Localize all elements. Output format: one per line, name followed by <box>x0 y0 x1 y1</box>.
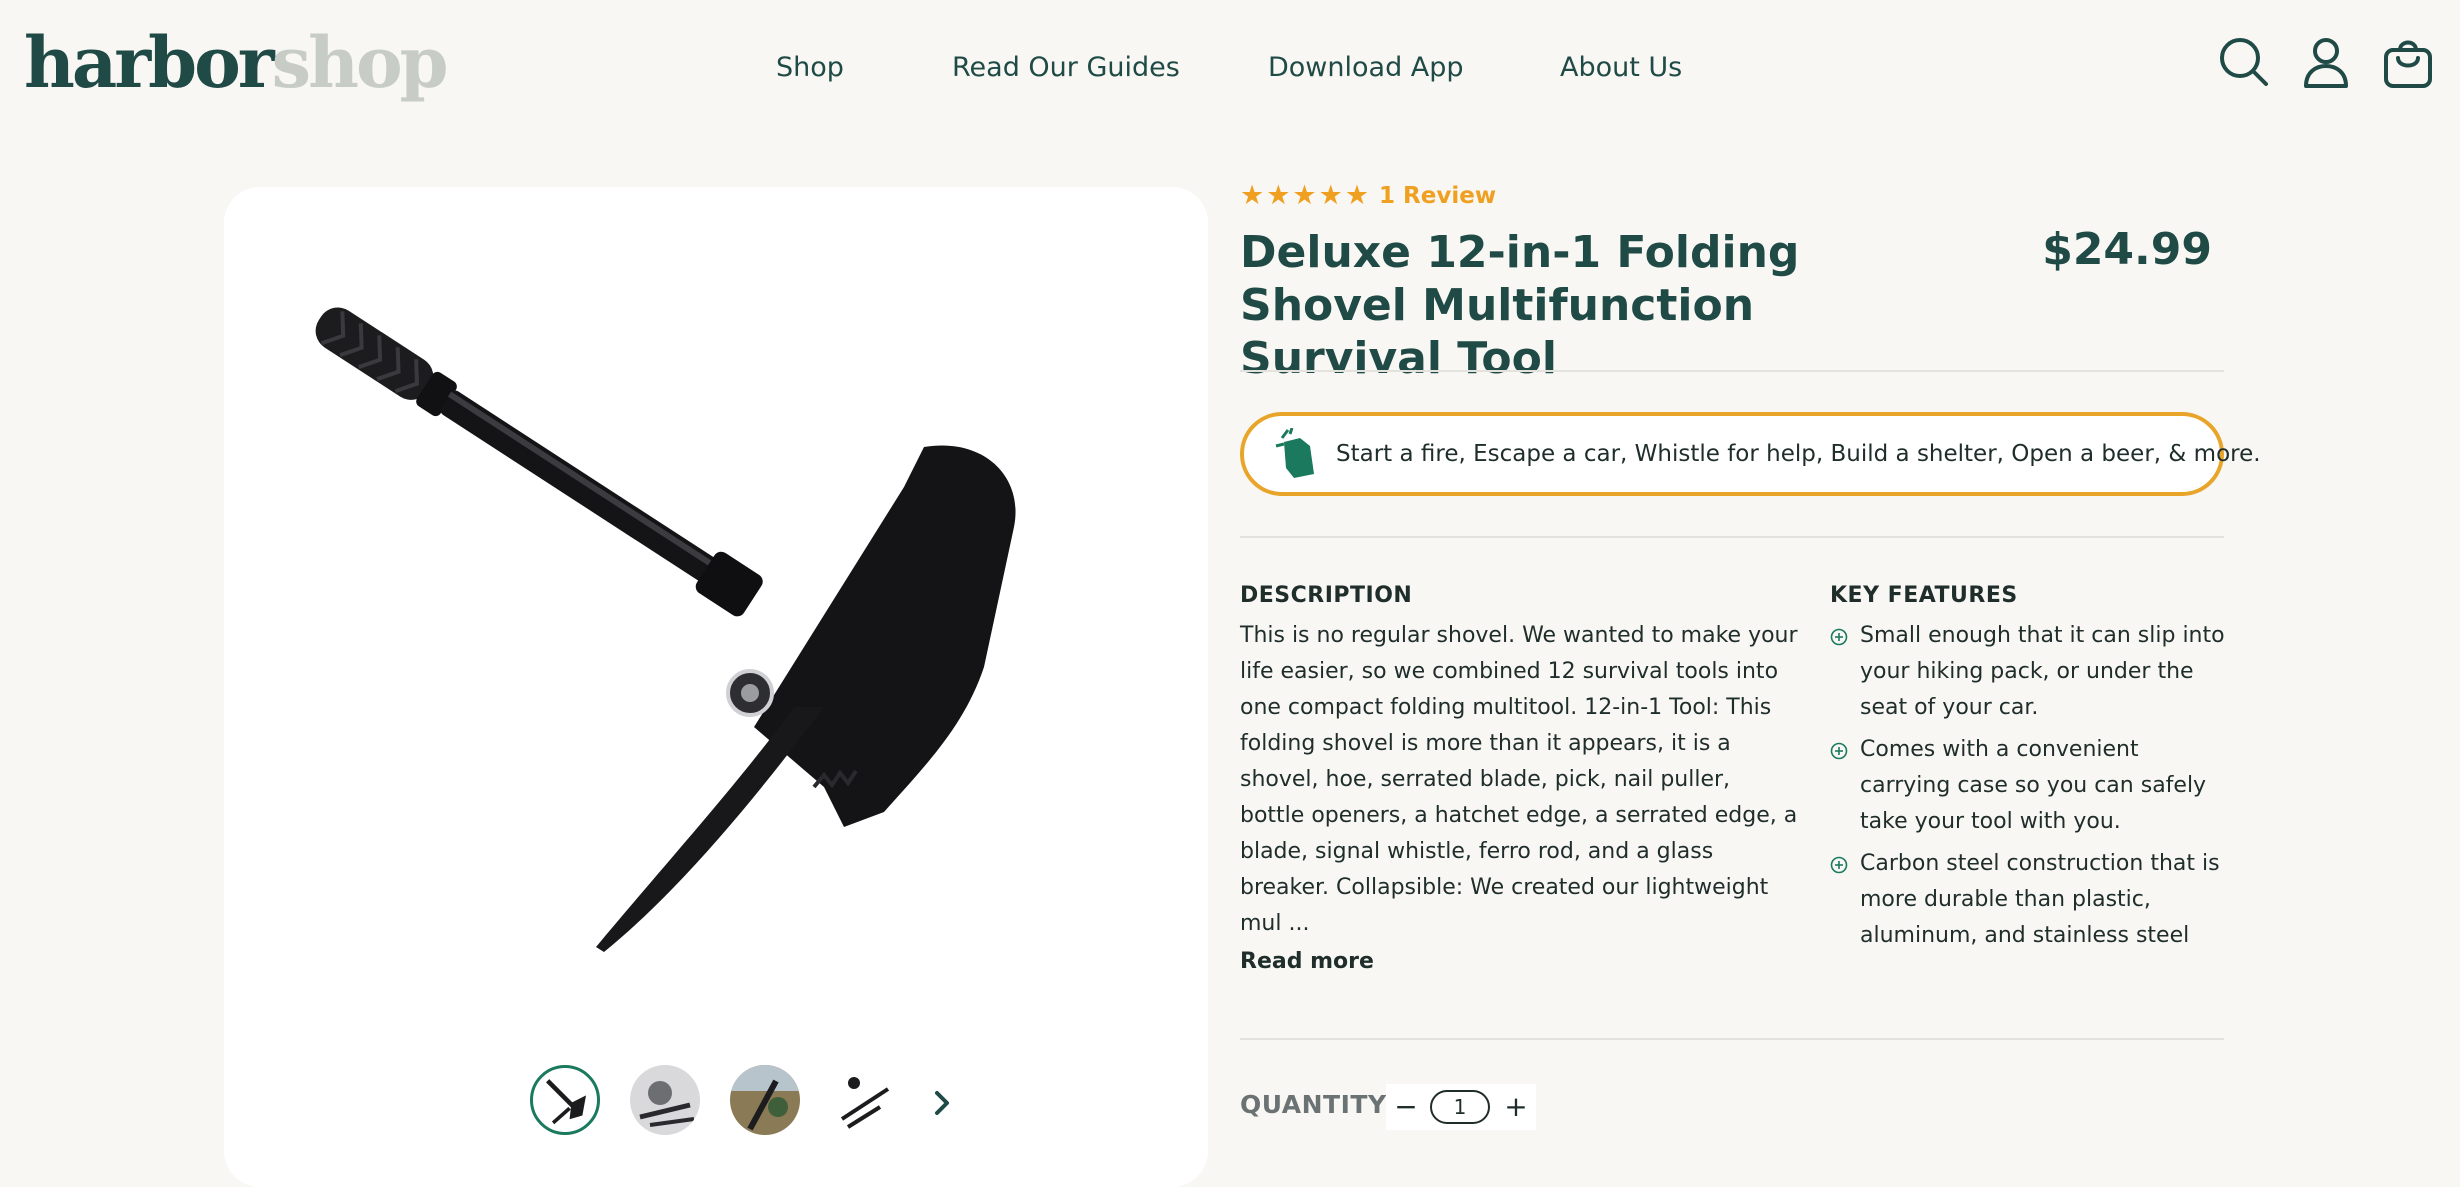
feature-item: Small enough that it can slip into your … <box>1830 618 2230 726</box>
user-icon[interactable] <box>2298 34 2354 90</box>
nav-about-us[interactable]: About Us <box>1560 48 1682 88</box>
nav-read-our-guides[interactable]: Read Our Guides <box>952 48 1180 88</box>
thumbnail-2[interactable] <box>630 1065 700 1135</box>
cart-icon[interactable] <box>2380 34 2436 90</box>
uses-callout-text: Start a fire, Escape a car, Whistle for … <box>1336 441 2261 467</box>
thumbnail-strip <box>530 1065 950 1137</box>
divider <box>1240 536 2224 538</box>
description-section: DESCRIPTION This is no regular shovel. W… <box>1240 580 1800 980</box>
plus-circle-icon <box>1830 856 1848 874</box>
plus-circle-icon <box>1830 628 1848 646</box>
product-title: Deluxe 12-in-1 Folding Shovel Multifunct… <box>1240 227 1800 384</box>
header-icons <box>2216 34 2436 90</box>
feature-item: Carbon steel construction that is more d… <box>1830 846 2230 954</box>
feature-item: Comes with a convenient carrying case so… <box>1830 732 2230 840</box>
nav-download-app[interactable]: Download App <box>1268 48 1464 88</box>
quantity-decrease-button[interactable]: − <box>1386 1084 1426 1130</box>
thumbnail-3[interactable] <box>730 1065 800 1135</box>
plus-circle-icon <box>1830 742 1848 760</box>
feature-text: Small enough that it can slip into your … <box>1860 623 2225 720</box>
description-text: This is no regular shovel. We wanted to … <box>1240 623 1798 936</box>
quantity-input[interactable]: 1 <box>1430 1090 1490 1124</box>
chevron-right-icon[interactable] <box>924 1085 960 1121</box>
read-more-link[interactable]: Read more <box>1240 944 1800 980</box>
thumbnail-4[interactable] <box>830 1065 900 1135</box>
uses-callout: Start a fire, Escape a car, Whistle for … <box>1240 412 2261 496</box>
reviews-link[interactable]: 1 Review <box>1379 183 1496 209</box>
site-header: harborshop Shop Read Our Guides Download… <box>0 0 2460 130</box>
nav-shop[interactable]: Shop <box>776 48 844 88</box>
description-label: DESCRIPTION <box>1240 583 1413 608</box>
key-features-section: KEY FEATURES Small enough that it can sl… <box>1830 580 2230 954</box>
divider <box>1240 370 2224 372</box>
thumbnail-1[interactable] <box>530 1065 600 1135</box>
quantity-stepper: − 1 + <box>1386 1084 1536 1130</box>
feature-text: Carbon steel construction that is more d… <box>1860 851 2220 948</box>
product-gallery <box>224 187 1208 1187</box>
feature-text: Comes with a convenient carrying case so… <box>1860 737 2207 834</box>
key-features-label: KEY FEATURES <box>1830 583 2018 608</box>
rating-stars: ★★★★★ <box>1240 180 1372 211</box>
divider <box>1240 1038 2224 1040</box>
main-nav: Shop Read Our Guides Download App About … <box>0 48 2460 88</box>
quantity-increase-button[interactable]: + <box>1496 1084 1536 1130</box>
quantity-label: QUANTITY <box>1240 1090 1387 1119</box>
product-image[interactable] <box>224 187 1208 1047</box>
product-rating: ★★★★★ 1 Review <box>1240 180 1496 220</box>
tool-icon <box>1275 428 1314 478</box>
product-price: $24.99 <box>2042 224 2212 275</box>
search-icon[interactable] <box>2216 34 2272 90</box>
